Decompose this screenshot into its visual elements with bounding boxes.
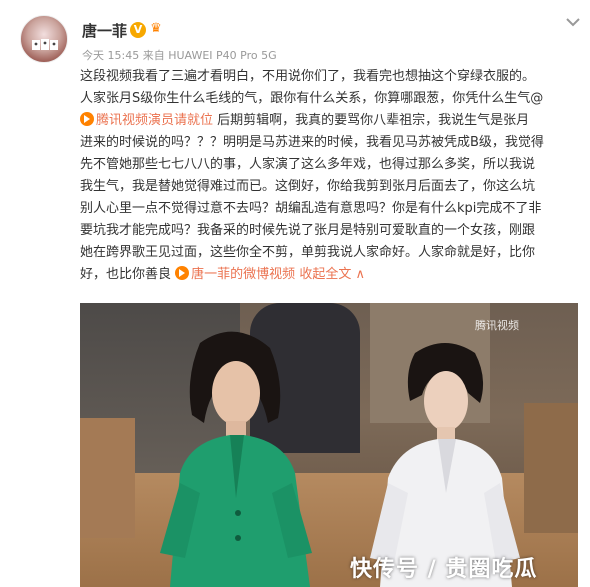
source-watermark: 快传号 / 贵圈吃瓜 xyxy=(350,557,538,582)
post-line-text: 后期剪辑啊，我真的要骂你八辈祖宗，我说生气是张月 xyxy=(217,113,530,128)
user-name[interactable]: 唐一菲 xyxy=(82,20,127,41)
crown-icon: ♛ xyxy=(150,21,162,36)
post-line: 要坑我才能完成吗？我备采的时候先说了张月是特别可爱耿直的一个女孩，刚跟 xyxy=(80,223,536,238)
woman-in-white-suit xyxy=(370,343,520,587)
mention-link[interactable]: 腾讯视频演员请就位 xyxy=(80,112,214,128)
post-line: 好，也比你善良 唐一菲的微博视频 收起全文 ∧ xyxy=(80,264,580,286)
post-line: 进来的时候说的吗？？？明明是马苏进来的时候，我看见马苏被凭成B级，我觉得 xyxy=(80,135,544,150)
video-player[interactable]: 腾讯视频 快传号 / 贵圈吃瓜 xyxy=(80,303,578,587)
weibo-post: 唐一菲 V ♛ 今天 15:45 来自 HUAWEI P40 Pro 5G 这段… xyxy=(0,0,590,587)
post-line: 别人心里一点不觉得过意不去吗？胡编乱造有意思吗？你是有什么kpi完成不了非 xyxy=(80,201,542,216)
mention-link-label: 腾讯视频演员请就位 xyxy=(96,113,214,128)
post-line-text: 好，也比你善良 xyxy=(80,267,172,282)
chevron-down-icon[interactable] xyxy=(565,16,581,28)
avatar[interactable] xyxy=(20,15,68,63)
post-line: 腾讯视频演员请就位 后期剪辑啊，我真的要骂你八辈祖宗，我说生气是张月 xyxy=(80,110,580,132)
avatar-art xyxy=(32,39,58,50)
wooden-box xyxy=(80,418,135,538)
post-meta: 今天 15:45 来自 HUAWEI P40 Pro 5G xyxy=(82,47,277,63)
verified-badge: V xyxy=(130,22,146,38)
collapse-label: 收起全文 xyxy=(299,267,352,282)
woman-in-green-suit xyxy=(160,331,312,587)
play-link-icon xyxy=(80,112,94,126)
collapse-button[interactable]: 收起全文 ∧ xyxy=(299,267,365,282)
post-timestamp[interactable]: 今天 15:45 xyxy=(82,49,139,62)
post-source: 来自 HUAWEI P40 Pro 5G xyxy=(142,49,277,62)
post-text: 这段视频我看了三遍才看明白，不用说你们了，我看完也想抽这个穿绿衣服的。 人家张月… xyxy=(80,66,580,286)
post-line: 我生气，我是替她觉得难过而已。这倒好，你给我剪到张月后面去了，你这么坑 xyxy=(80,179,536,194)
chevron-up-icon: ∧ xyxy=(355,267,365,282)
post-line: 这段视频我看了三遍才看明白，不用说你们了，我看完也想抽这个穿绿衣服的。 xyxy=(80,69,536,84)
video-link[interactable]: 唐一菲的微博视频 xyxy=(175,266,296,282)
play-link-icon xyxy=(175,266,190,280)
post-line: 她在跨界歌王见过面，这些你全不剪，单剪我说人家命好。人家命就是好，比你 xyxy=(80,245,536,260)
post-line: 先不管她那些七七八八的事，人家演了这么多年戏，也得过那么多奖，所以我说 xyxy=(80,157,536,172)
post-line: 人家张月S级你生什么毛线的气，跟你有什么关系，你算哪跟葱，你凭什么生气@ xyxy=(80,91,544,106)
wooden-box xyxy=(524,403,578,533)
tencent-video-logo: 腾讯视频 xyxy=(475,319,519,332)
video-link-label: 唐一菲的微博视频 xyxy=(191,267,296,282)
